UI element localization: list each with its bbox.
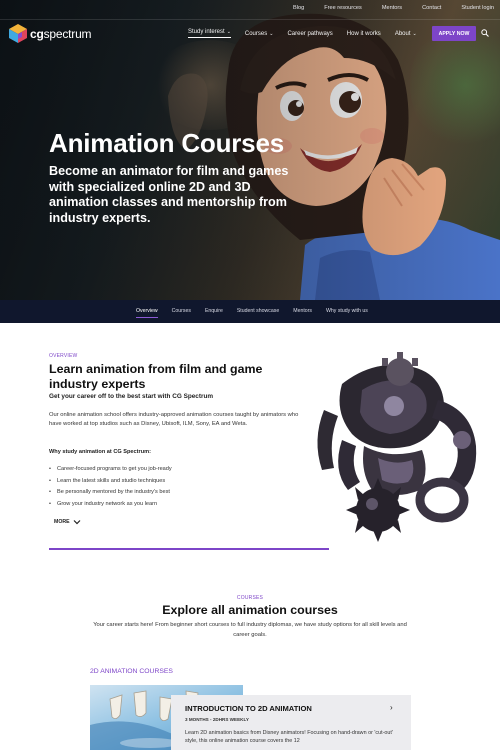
robot-character-illustration: [317, 352, 477, 542]
nav-item-about[interactable]: About ⌄: [395, 31, 417, 37]
page-title: Animation Courses: [49, 128, 284, 158]
nav-menu: Study interest ⌄ Courses ⌄ Career pathways…: [188, 29, 431, 38]
utility-link-contact[interactable]: Contact: [422, 5, 441, 11]
overview-subheading: Get your career off to the best start wi…: [49, 393, 214, 400]
chevron-down-icon: ⌄: [412, 30, 417, 37]
search-icon[interactable]: [481, 29, 489, 37]
hero-banner: Blog Free resources Mentors Contact Stud…: [0, 0, 500, 300]
nav-item-study-interest[interactable]: Study interest ⌄: [188, 29, 231, 38]
course-duration: 3 MONTHS - 2DHRS WEEKLY: [185, 717, 249, 722]
section-divider: [49, 548, 329, 550]
list-item: Be personally mentored by the industry's…: [49, 489, 172, 501]
brand-wordmark: cgspectrum: [30, 26, 92, 41]
overview-heading: Learn animation from film and game indus…: [49, 362, 263, 391]
nav-item-career-pathways[interactable]: Career pathways: [287, 31, 332, 37]
course-description: Learn 2D animation basics from Disney an…: [185, 730, 393, 745]
brand-logo[interactable]: cgspectrum: [9, 24, 92, 43]
why-study-heading: Why study animation at CG Spectrum:: [49, 449, 151, 455]
subnav-item-mentors[interactable]: Mentors: [293, 308, 312, 318]
subnav-item-overview[interactable]: Overview: [136, 308, 158, 318]
list-item: Learn the latest skills and studio techn…: [49, 478, 172, 490]
subnav-item-courses[interactable]: Courses: [172, 308, 191, 318]
cube-logo-icon: [9, 24, 27, 43]
list-item: Grow your industry network as you learn: [49, 501, 172, 513]
utility-link-free-resources[interactable]: Free resources: [324, 5, 362, 11]
chevron-down-icon: [73, 520, 80, 525]
subnav-item-student-showcase[interactable]: Student showcase: [237, 308, 279, 318]
courses-heading: Explore all animation courses: [162, 603, 338, 617]
chevron-down-icon: ⌄: [226, 29, 231, 35]
chevron-right-icon[interactable]: ›: [390, 703, 393, 712]
subnav-item-why-study[interactable]: Why study with us: [326, 308, 368, 318]
overview-eyebrow: OVERVIEW: [49, 353, 78, 359]
courses-eyebrow: COURSES: [236, 595, 264, 601]
courses-intro: Your career starts here! From beginner s…: [93, 622, 407, 638]
nav-item-courses[interactable]: Courses ⌄: [245, 31, 274, 37]
utility-bar: Blog Free resources Mentors Contact Stud…: [0, 0, 500, 19]
more-button[interactable]: MORE: [54, 519, 81, 525]
utility-links: Blog Free resources Mentors Contact Stud…: [273, 5, 494, 11]
subnav-items: Overview Courses Enquire Student showcas…: [136, 308, 382, 318]
utility-link-blog[interactable]: Blog: [293, 5, 304, 11]
list-item: Career-focused programs to get you job-r…: [49, 466, 172, 478]
course-title: INTRODUCTION TO 2D ANIMATION: [185, 704, 312, 713]
course-card[interactable]: INTRODUCTION TO 2D ANIMATION 3 MONTHS - …: [171, 695, 411, 750]
chevron-down-icon: ⌄: [269, 30, 274, 37]
category-label-2d: 2D ANIMATION COURSES: [90, 668, 173, 675]
nav-item-how-it-works[interactable]: How it works: [347, 31, 381, 37]
main-navigation: cgspectrum Study interest ⌄ Courses ⌄ Care…: [0, 19, 500, 46]
benefits-list: Career-focused programs to get you job-r…: [49, 466, 172, 512]
hero-subtitle: Become an animator for film and games wi…: [49, 164, 289, 225]
utility-link-student-login[interactable]: Student login: [461, 5, 494, 11]
overview-body: Our online animation school offers indus…: [49, 412, 299, 427]
apply-now-button[interactable]: APPLY NOW: [432, 26, 476, 41]
section-subnav: Overview Courses Enquire Student showcas…: [0, 300, 500, 323]
utility-link-mentors[interactable]: Mentors: [382, 5, 402, 11]
subnav-item-enquire[interactable]: Enquire: [205, 308, 223, 318]
